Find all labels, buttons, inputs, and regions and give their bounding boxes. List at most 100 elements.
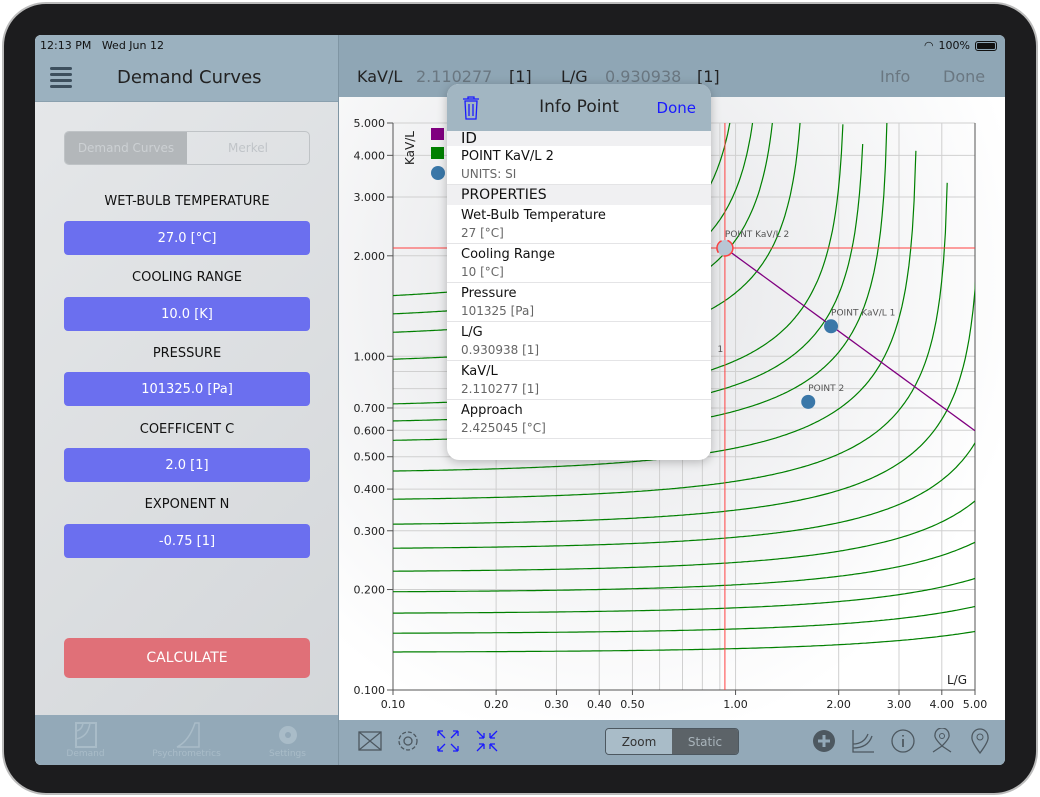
info-button[interactable]: Info [880, 67, 910, 86]
exponent-n-label: EXPONENT N [144, 497, 230, 512]
zoom-option[interactable]: Zoom [606, 729, 672, 754]
property-value: 27 [°C] [461, 226, 504, 240]
property-name: Approach [461, 403, 523, 418]
selected-point-marker [716, 239, 734, 257]
property-name: Wet-Bulb Temperature [461, 208, 606, 223]
y-tick-label: 2.000 [354, 250, 386, 263]
x-axis-label: L/G [947, 673, 967, 687]
point-name: POINT KaV/L 2 [461, 149, 554, 164]
cooling-range-label: COOLING RANGE [132, 270, 242, 285]
point-label: POINT KaV/L 2 [725, 230, 789, 240]
expand-icon[interactable] [435, 728, 461, 754]
y-tick-label: 0.100 [354, 684, 386, 697]
screen: 12:13 PM Wed Jun 12 ◠ 100% Demand Curves … [35, 35, 1005, 765]
pressure-label: PRESSURE [152, 346, 222, 361]
x-tick-label: 0.20 [484, 698, 509, 711]
y-tick-label: 0.700 [354, 402, 386, 415]
y-tick-label: 4.000 [354, 149, 386, 162]
status-bar: 12:13 PM Wed Jun 12 ◠ 100% [35, 35, 1005, 57]
y-axis-label: KaV/L [403, 131, 417, 165]
gear-icon [278, 726, 297, 744]
psychrometric-icon [176, 722, 200, 748]
legend-operating-line-swatch [431, 128, 444, 140]
y-tick-label: 3.000 [354, 191, 386, 204]
property-name: KaV/L [461, 364, 498, 379]
y-tick-label: 0.500 [354, 451, 386, 464]
property-name: Pressure [461, 286, 517, 301]
tab-label: Psychrometrics [152, 749, 221, 759]
legend-demand-curve-swatch [431, 147, 444, 159]
point-label: POINT 2 [808, 384, 844, 394]
calculate-button[interactable]: CALCULATE [64, 638, 310, 678]
tab-demand[interactable]: Demand [41, 715, 131, 765]
x-tick-label: 0.50 [620, 698, 645, 711]
point-units: UNITS: SI [461, 167, 517, 181]
x-tick-label: 5.00 [963, 698, 988, 711]
legend-point-swatch [431, 166, 445, 180]
curves-icon[interactable] [850, 728, 876, 754]
property-value: 0.930938 [1] [461, 343, 540, 357]
status-time: 12:13 PM Wed Jun 12 [40, 39, 164, 52]
x-tick-label: 0.30 [544, 698, 569, 711]
property-value: 101325 [Pa] [461, 304, 535, 318]
battery-percent: 100% [938, 39, 970, 52]
wet-bulb-label: WET-BULB TEMPERATURE [104, 194, 270, 209]
mode-segmented-control[interactable]: Demand Curves Merkel [64, 131, 310, 165]
coefficient-c-field[interactable]: 2.0 [1] [64, 448, 310, 482]
id-section-header: ID [447, 131, 711, 146]
x-tick-label: 2.00 [826, 698, 851, 711]
popover-done-button[interactable]: Done [657, 99, 696, 117]
wifi-icon: ◠ [923, 39, 934, 52]
wet-bulb-field[interactable]: 27.0 [°C] [64, 221, 310, 255]
coefficient-c-label: COEFFICENT C [139, 422, 235, 437]
segment-demand-curves[interactable]: Demand Curves [65, 132, 187, 164]
property-value: 2.425045 [°C] [461, 421, 546, 435]
exponent-n-field[interactable]: -0.75 [1] [64, 524, 310, 558]
property-row: KaV/L 2.110277 [1] [447, 361, 711, 400]
y-tick-label: 0.600 [354, 424, 386, 437]
popover-header: Info Point Done [447, 84, 711, 131]
sidebar: Demand Curves Demand Curves Merkel WET-B… [35, 35, 338, 765]
segment-merkel[interactable]: Merkel [187, 132, 309, 164]
tab-bar: Demand Psychrometrics Settings [35, 715, 338, 765]
y-tick-label: 1.000 [354, 350, 386, 363]
point-label: POINT KaV/L 1 [831, 308, 895, 318]
demand-chart-icon [74, 722, 97, 748]
tab-settings[interactable]: Settings [243, 715, 333, 765]
y-tick-label: 0.300 [354, 525, 386, 538]
add-circle-icon[interactable] [811, 728, 837, 754]
envelope-icon[interactable] [357, 728, 383, 754]
tab-label: Demand [66, 749, 105, 759]
x-tick-label: 4.00 [930, 698, 955, 711]
chart-toolbar: Zoom Static [339, 720, 1005, 765]
info-icon[interactable] [890, 728, 916, 754]
x-tick-label: 1.00 [723, 698, 748, 711]
info-point-popover: Info Point Done ID POINT KaV/L 2 UNITS: S… [447, 84, 711, 460]
property-row: L/G 0.930938 [1] [447, 322, 711, 361]
compress-icon[interactable] [474, 728, 500, 754]
gear-icon[interactable] [395, 728, 421, 754]
tab-label: Settings [269, 749, 306, 759]
date: Wed Jun 12 [101, 39, 164, 52]
property-row: Wet-Bulb Temperature 27 [°C] [447, 205, 711, 244]
y-tick-label: 5.000 [354, 117, 386, 130]
pressure-field[interactable]: 101325.0 [Pa] [64, 372, 310, 406]
time: 12:13 PM [40, 39, 92, 52]
kavl-label: KaV/L [357, 67, 403, 86]
pin-path-icon[interactable] [929, 728, 955, 754]
property-row: Approach 2.425045 [°C] [447, 400, 711, 439]
property-row: Cooling Range 10 [°C] [447, 244, 711, 283]
map-pin-icon[interactable] [967, 728, 993, 754]
zoom-static-toggle[interactable]: Zoom Static [605, 728, 739, 755]
tab-psychrometrics[interactable]: Psychrometrics [142, 715, 232, 765]
list-menu-icon[interactable] [50, 67, 72, 88]
property-name: Cooling Range [461, 247, 556, 262]
static-option[interactable]: Static [672, 729, 738, 754]
properties-section-header: PROPERTIES [447, 185, 711, 205]
done-button[interactable]: Done [943, 67, 985, 86]
x-tick-label: 0.40 [587, 698, 612, 711]
point-label-fragment: 1 [718, 345, 724, 355]
property-value: 10 [°C] [461, 265, 504, 279]
cooling-range-field[interactable]: 10.0 [K] [64, 297, 310, 331]
sidebar-title: Demand Curves [117, 67, 262, 88]
